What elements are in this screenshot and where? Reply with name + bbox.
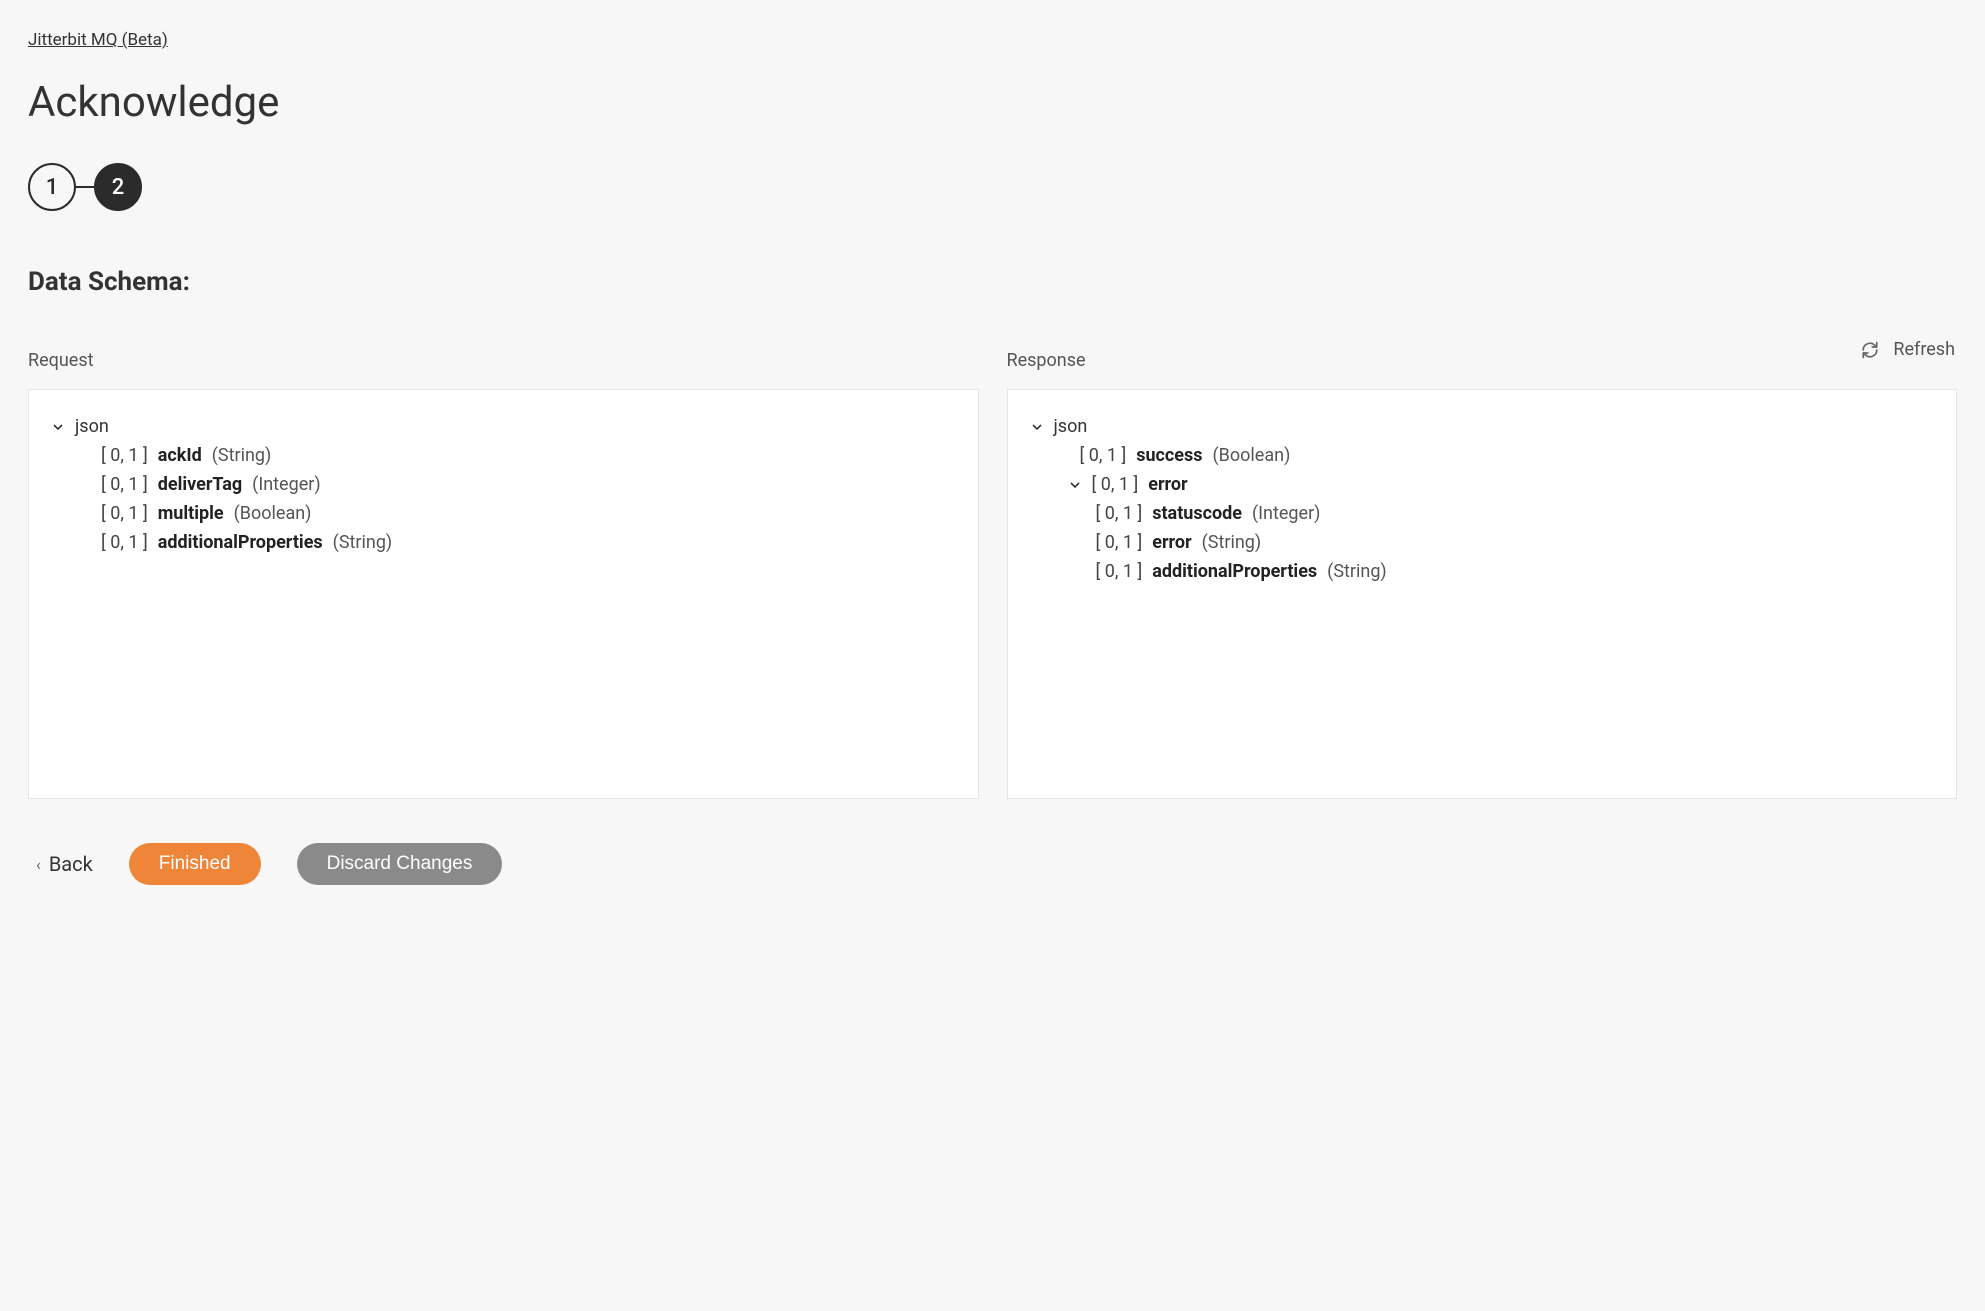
finished-button[interactable]: Finished xyxy=(129,843,261,885)
page-title: Acknowledge xyxy=(28,78,1957,127)
back-button[interactable]: ‹ Back xyxy=(36,852,93,876)
response-root-label: json xyxy=(1054,416,1088,437)
back-label: Back xyxy=(49,852,93,876)
chevron-down-icon[interactable] xyxy=(1068,479,1082,491)
response-panel: json [ 0, 1 ] success (Boolean) [ 0, 1 ]… xyxy=(1007,389,1958,799)
request-root-label: json xyxy=(75,416,109,437)
schema-field[interactable]: [ 0, 1 ] additionalProperties (String) xyxy=(1030,557,1935,586)
response-label: Response xyxy=(1007,350,1958,371)
request-label: Request xyxy=(28,350,979,371)
step-connector xyxy=(76,186,94,188)
chevron-down-icon[interactable] xyxy=(51,421,65,433)
response-root-node[interactable]: json xyxy=(1030,412,1935,441)
schema-field[interactable]: [ 0, 1 ] additionalProperties (String) xyxy=(51,528,956,557)
request-root-node[interactable]: json xyxy=(51,412,956,441)
response-column: Response json [ 0, 1 ] success (Boolean)… xyxy=(1007,370,1958,799)
step-2[interactable]: 2 xyxy=(94,163,142,211)
stepper: 1 2 xyxy=(28,163,1957,211)
response-error-group[interactable]: [ 0, 1 ] error xyxy=(1030,470,1935,499)
request-column: Request json [ 0, 1 ] ackId (String) [ 0… xyxy=(28,370,979,799)
schema-field[interactable]: [ 0, 1 ] deliverTag (Integer) xyxy=(51,470,956,499)
schema-field[interactable]: [ 0, 1 ] statuscode (Integer) xyxy=(1030,499,1935,528)
step-1[interactable]: 1 xyxy=(28,163,76,211)
request-panel: json [ 0, 1 ] ackId (String) [ 0, 1 ] de… xyxy=(28,389,979,799)
schema-field[interactable]: [ 0, 1 ] error (String) xyxy=(1030,528,1935,557)
schema-field[interactable]: [ 0, 1 ] success (Boolean) xyxy=(1030,441,1935,470)
breadcrumb-link[interactable]: Jitterbit MQ (Beta) xyxy=(28,30,168,50)
schema-field[interactable]: [ 0, 1 ] multiple (Boolean) xyxy=(51,499,956,528)
schema-field[interactable]: [ 0, 1 ] ackId (String) xyxy=(51,441,956,470)
chevron-left-icon: ‹ xyxy=(36,855,41,874)
chevron-down-icon[interactable] xyxy=(1030,421,1044,433)
footer-actions: ‹ Back Finished Discard Changes xyxy=(28,843,1957,885)
discard-changes-button[interactable]: Discard Changes xyxy=(297,843,503,885)
section-title: Data Schema: xyxy=(28,267,1957,297)
